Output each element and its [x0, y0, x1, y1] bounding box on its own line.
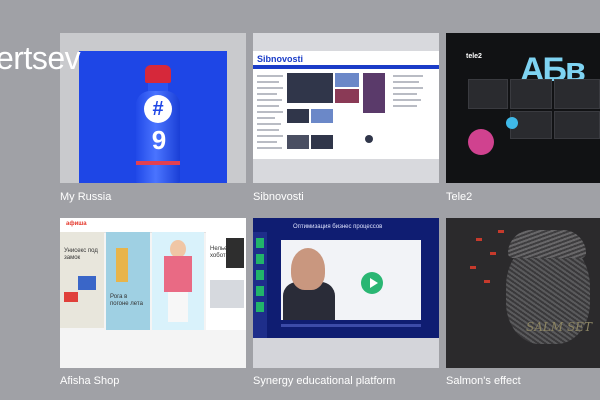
- project-thumbnail[interactable]: афиша Унисекс под замок Рога в погоне ле…: [60, 218, 246, 368]
- platform-screenshot: Оптимизация бизнес процессов: [253, 218, 439, 338]
- lesson-header: Оптимизация бизнес процессов: [293, 224, 383, 230]
- project-thumbnail[interactable]: tele2 АБв: [446, 33, 600, 183]
- video-progress-bar: [281, 324, 421, 327]
- site-header: афиша: [60, 218, 246, 233]
- signature-mark: SALM SET: [526, 320, 592, 334]
- portfolio-page: ertsev # 9 My Russia Sibnovosti Sibnovos…: [0, 0, 600, 400]
- project-title[interactable]: Afisha Shop: [60, 375, 119, 387]
- project-title[interactable]: Salmon's effect: [446, 375, 521, 387]
- paint-splash: [506, 117, 518, 129]
- brand-logo[interactable]: ertsev: [0, 40, 81, 77]
- project-thumbnail[interactable]: SALM SET: [446, 218, 600, 368]
- project-card-sibnovosti[interactable]: Sibnovosti Sibnovosti: [253, 33, 439, 213]
- project-card-afisha-shop[interactable]: афиша Унисекс под замок Рога в погоне ле…: [60, 218, 246, 393]
- website-screenshot: Sibnovosti: [253, 51, 439, 159]
- afisha-logo: афиша: [66, 221, 87, 227]
- sibnovosti-logo: Sibnovosti: [257, 54, 304, 64]
- video-player: [281, 240, 421, 320]
- project-thumbnail[interactable]: # 9: [60, 33, 246, 183]
- tele2-logo: tele2: [466, 53, 482, 60]
- project-title[interactable]: Tele2: [446, 191, 472, 203]
- project-card-synergy[interactable]: Оптимизация бизнес процессов Synergy edu…: [253, 218, 439, 393]
- project-card-salmons-effect[interactable]: SALM SET Salmon's effect: [446, 218, 600, 393]
- paint-splash: [468, 129, 494, 155]
- project-title[interactable]: Synergy educational platform: [253, 375, 395, 387]
- project-card-my-russia[interactable]: # 9 My Russia: [60, 33, 246, 213]
- play-icon: [361, 272, 383, 294]
- project-thumbnail[interactable]: Sibnovosti: [253, 33, 439, 183]
- project-title[interactable]: My Russia: [60, 191, 111, 203]
- project-thumbnail[interactable]: Оптимизация бизнес процессов: [253, 218, 439, 368]
- project-title[interactable]: Sibnovosti: [253, 191, 304, 203]
- bottle-image: # 9: [134, 65, 182, 183]
- project-card-tele2[interactable]: tele2 АБв Tele2: [446, 33, 600, 213]
